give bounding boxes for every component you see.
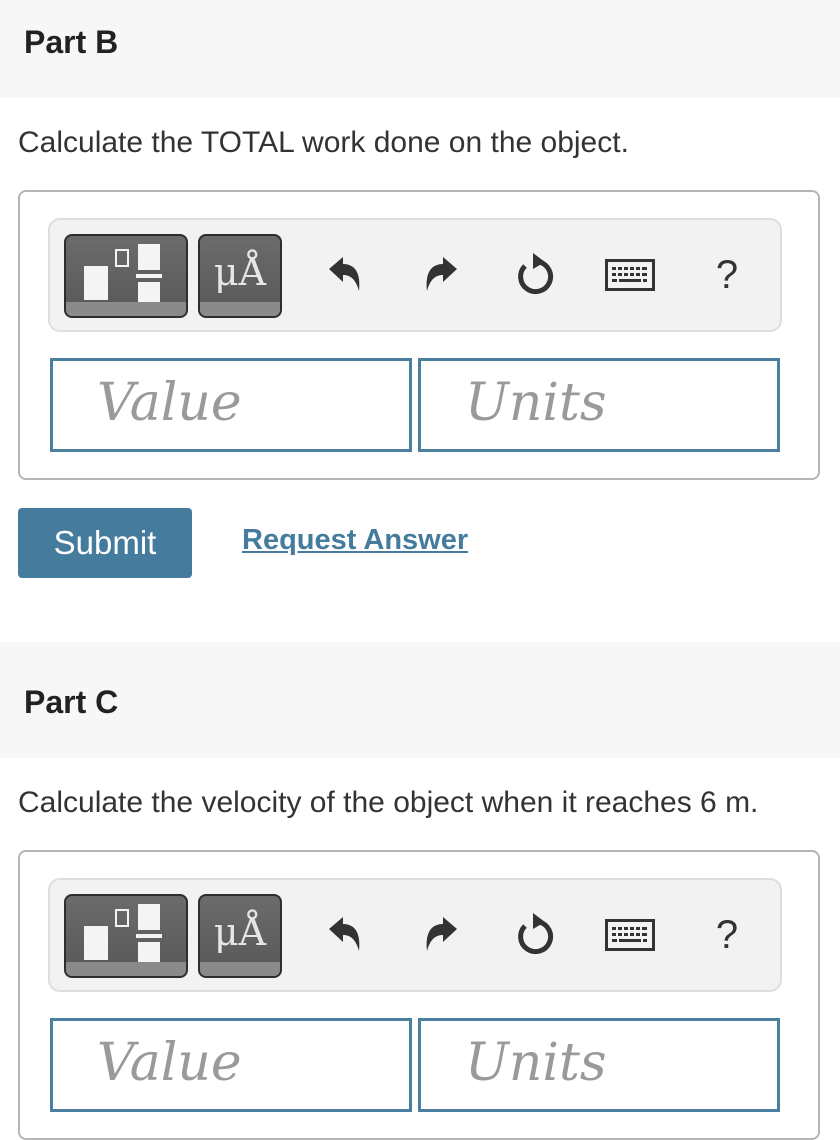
templates-button[interactable]	[64, 234, 188, 318]
value-input[interactable]: Value	[50, 1018, 412, 1112]
templates-button[interactable]	[64, 894, 188, 978]
undo-icon	[329, 917, 360, 951]
part-b-title: Part B	[24, 24, 119, 60]
redo-button[interactable]	[414, 220, 468, 330]
templates-stripe	[66, 302, 186, 316]
units-placeholder: Units	[465, 1033, 607, 1093]
part-b-toolbar: μÅ ?	[48, 218, 782, 332]
part-b-answer-box: μÅ ? Value Units	[18, 190, 820, 480]
part-b-prompt: Calculate the TOTAL work done on the obj…	[18, 126, 629, 159]
units-button[interactable]: μÅ	[198, 894, 282, 978]
request-answer-link[interactable]: Request Answer	[242, 524, 468, 557]
units-button[interactable]: μÅ	[198, 234, 282, 318]
reset-button[interactable]	[508, 220, 562, 330]
part-c-answer-box: μÅ ? Value Units	[18, 850, 820, 1140]
part-b-header: Part B	[0, 0, 840, 98]
value-input[interactable]: Value	[50, 358, 412, 452]
keyboard-icon	[605, 919, 655, 951]
undo-icon	[329, 257, 360, 291]
redo-button[interactable]	[414, 880, 468, 990]
undo-button[interactable]	[318, 880, 372, 990]
units-input[interactable]: Units	[418, 358, 780, 452]
undo-button[interactable]	[318, 220, 372, 330]
reset-button[interactable]	[508, 880, 562, 990]
help-button[interactable]: ?	[700, 220, 754, 330]
part-c-toolbar: μÅ ?	[48, 878, 782, 992]
value-placeholder: Value	[97, 1033, 242, 1093]
redo-icon	[426, 917, 457, 951]
reset-icon	[518, 253, 554, 295]
units-icon: μÅ	[213, 910, 267, 954]
submit-button[interactable]: Submit	[18, 508, 192, 578]
keyboard-button[interactable]	[602, 880, 658, 990]
reset-icon	[518, 913, 554, 955]
part-c-prompt: Calculate the velocity of the object whe…	[18, 786, 759, 819]
units-input[interactable]: Units	[418, 1018, 780, 1112]
keyboard-icon	[605, 259, 655, 291]
redo-icon	[426, 257, 457, 291]
units-stripe	[200, 302, 280, 316]
value-placeholder: Value	[97, 373, 242, 433]
part-c-header: Part C	[0, 642, 840, 758]
help-button[interactable]: ?	[700, 880, 754, 990]
units-icon: μÅ	[213, 250, 267, 294]
templates-stripe	[66, 962, 186, 976]
units-placeholder: Units	[465, 373, 607, 433]
part-c-title: Part C	[24, 684, 119, 720]
help-icon: ?	[715, 252, 739, 297]
help-icon: ?	[715, 912, 739, 957]
units-stripe	[200, 962, 280, 976]
keyboard-button[interactable]	[602, 220, 658, 330]
